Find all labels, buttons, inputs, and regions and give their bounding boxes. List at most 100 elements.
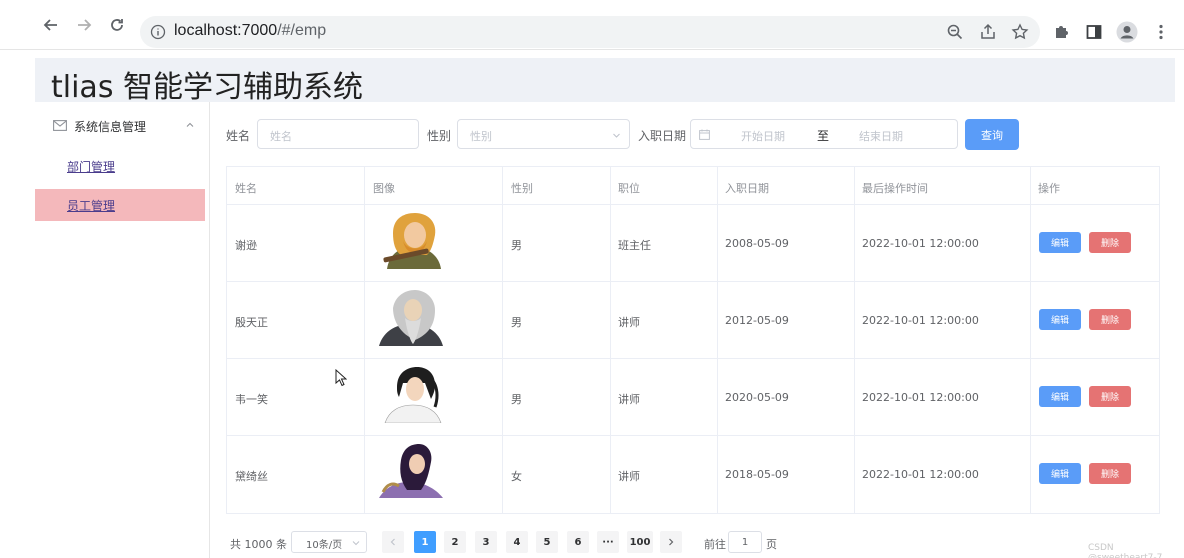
page-button-4[interactable]: 4	[506, 531, 528, 553]
delete-button[interactable]: 删除	[1089, 309, 1131, 330]
url-text[interactable]: localhost:7000/#/emp	[174, 22, 326, 40]
cell-entry-date: 2020-05-09	[725, 391, 789, 404]
cell-update-time: 2022-10-01 12:00:00	[862, 391, 979, 404]
cell-job: 讲师	[618, 316, 640, 329]
zoom-icon[interactable]	[946, 23, 964, 41]
back-button[interactable]	[40, 14, 62, 36]
pagination-total: 共 1000 条	[230, 538, 287, 551]
side-panel-icon[interactable]	[1085, 23, 1103, 41]
table-divider	[227, 281, 1159, 282]
table-divider	[364, 167, 365, 513]
cell-job: 讲师	[618, 470, 640, 483]
employee-table: 姓名 图像 性别 职位 入职日期 最后操作时间 操作 谢逊 男 班主任 2008…	[226, 166, 1160, 514]
employee-avatar-image	[379, 444, 443, 498]
cell-job: 讲师	[618, 393, 640, 406]
url-host: localhost:7000	[174, 22, 278, 39]
page-button-2[interactable]: 2	[444, 531, 466, 553]
menu-group-label: 系统信息管理	[74, 120, 147, 134]
address-bar[interactable]: localhost:7000/#/emp	[140, 16, 1040, 48]
cell-update-time: 2022-10-01 12:00:00	[862, 314, 979, 327]
prev-page-button[interactable]	[382, 531, 404, 553]
forward-button[interactable]	[73, 14, 95, 36]
sidebar-item-label: 部门管理	[67, 160, 116, 174]
calendar-icon	[699, 129, 710, 140]
sidebar-item-emp[interactable]: 员工管理	[35, 189, 205, 221]
sidebar-item-dept[interactable]: 部门管理	[35, 150, 205, 182]
column-header-actions: 操作	[1038, 182, 1060, 195]
app-title: tlias 智能学习辅助系统	[51, 70, 363, 105]
cell-job: 班主任	[618, 239, 651, 252]
chevron-right-icon	[669, 538, 674, 546]
delete-button[interactable]: 删除	[1089, 463, 1131, 484]
goto-page-input[interactable]: 1	[728, 531, 762, 553]
cell-update-time: 2022-10-01 12:00:00	[862, 237, 979, 250]
page-button-100[interactable]: 100	[627, 531, 653, 553]
page-size-select[interactable]: 10条/页	[291, 531, 367, 553]
mail-icon	[53, 120, 67, 131]
column-header-entry-date: 入职日期	[725, 182, 769, 195]
more-menu-icon[interactable]	[1152, 23, 1170, 41]
name-label: 姓名	[226, 129, 251, 143]
cell-gender: 男	[511, 239, 522, 252]
delete-button[interactable]: 删除	[1089, 232, 1131, 253]
chevron-left-icon	[390, 538, 395, 546]
info-icon[interactable]	[150, 24, 166, 40]
page-button-6[interactable]: 6	[567, 531, 589, 553]
cell-entry-date: 2018-05-09	[725, 468, 789, 481]
cell-gender: 男	[511, 316, 522, 329]
delete-button[interactable]: 删除	[1089, 386, 1131, 407]
share-icon[interactable]	[979, 23, 997, 41]
cell-gender: 男	[511, 393, 522, 406]
cell-name: 殷天正	[235, 316, 268, 329]
back-arrow-icon	[43, 19, 57, 31]
extensions-puzzle-icon[interactable]	[1053, 23, 1071, 41]
sidebar-item-label: 员工管理	[67, 199, 116, 213]
table-divider	[717, 167, 718, 513]
edit-button[interactable]: 编辑	[1039, 309, 1081, 330]
employee-avatar-image	[384, 367, 442, 423]
next-page-button[interactable]	[660, 531, 682, 553]
table-divider	[1030, 167, 1031, 513]
gender-select[interactable]: 性别	[457, 119, 630, 149]
query-button[interactable]: 查询	[965, 119, 1019, 150]
sidebar: 系统信息管理 部门管理 员工管理	[35, 102, 210, 558]
start-date-placeholder[interactable]: 开始日期	[741, 128, 785, 144]
edit-button[interactable]: 编辑	[1039, 232, 1081, 253]
table-divider	[610, 167, 611, 513]
bookmark-star-icon[interactable]	[1011, 23, 1029, 41]
gender-label: 性别	[427, 129, 452, 143]
page-size-value: 10条/页	[306, 540, 343, 551]
profile-avatar-icon[interactable]	[1116, 21, 1138, 43]
menu-group-system-info[interactable]: 系统信息管理	[35, 114, 210, 140]
page-button-5[interactable]: 5	[536, 531, 558, 553]
chevron-up-icon	[186, 122, 194, 127]
cell-update-time: 2022-10-01 12:00:00	[862, 468, 979, 481]
cell-name: 谢逊	[235, 239, 257, 252]
entry-date-label: 入职日期	[638, 129, 687, 143]
table-divider	[854, 167, 855, 513]
chevron-down-icon	[613, 133, 620, 138]
mouse-cursor-icon	[335, 369, 347, 387]
goto-suffix: 页	[766, 538, 777, 551]
entry-date-range[interactable]: 开始日期 至 结束日期	[690, 119, 958, 149]
column-header-gender: 性别	[511, 182, 533, 195]
url-path: /#/emp	[277, 22, 327, 39]
browser-toolbar: localhost:7000/#/emp	[0, 0, 1184, 50]
edit-button[interactable]: 编辑	[1039, 463, 1081, 484]
employee-avatar-image	[383, 213, 441, 269]
end-date-placeholder[interactable]: 结束日期	[859, 128, 903, 144]
edit-button[interactable]: 编辑	[1039, 386, 1081, 407]
reload-button[interactable]	[106, 14, 128, 36]
cell-entry-date: 2012-05-09	[725, 314, 789, 327]
goto-prefix: 前往	[704, 538, 726, 551]
table-divider	[227, 204, 1159, 205]
page-button-1[interactable]: 1	[414, 531, 436, 553]
column-header-image: 图像	[373, 182, 395, 195]
column-header-update-time: 最后操作时间	[862, 182, 928, 195]
page-ellipsis-button[interactable]: ···	[597, 531, 619, 553]
cell-name: 韦一笑	[235, 393, 268, 406]
name-input[interactable]: 姓名	[257, 119, 419, 149]
column-header-name: 姓名	[235, 182, 257, 195]
page-button-3[interactable]: 3	[475, 531, 497, 553]
cell-entry-date: 2008-05-09	[725, 237, 789, 250]
